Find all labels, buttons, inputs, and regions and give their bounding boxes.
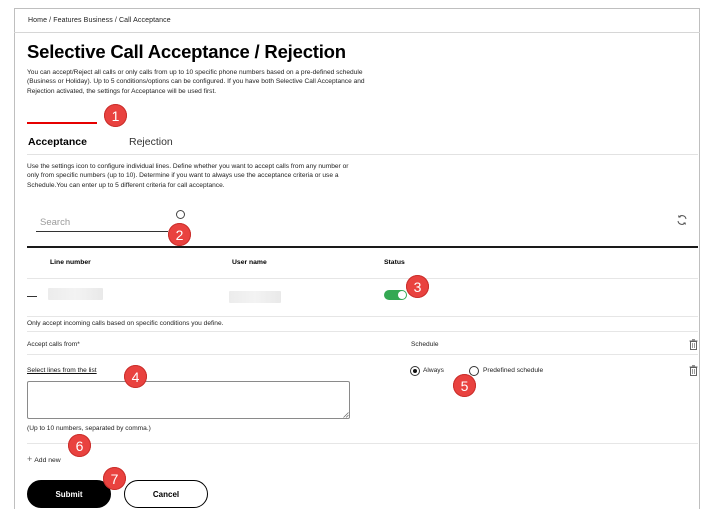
step-marker-2: 2 bbox=[168, 223, 191, 246]
select-lines-link[interactable]: Select lines from the list bbox=[27, 367, 97, 374]
condition-intro: Only accept incoming calls based on spec… bbox=[27, 320, 224, 327]
page-intro: You can accept/Reject all calls or only … bbox=[27, 69, 365, 95]
trash-icon[interactable] bbox=[689, 339, 698, 350]
radio-predefined-schedule[interactable] bbox=[469, 366, 479, 376]
status-toggle[interactable] bbox=[384, 290, 407, 300]
toggle-knob bbox=[398, 291, 406, 299]
radio-predefined-schedule-label[interactable]: Predefined schedule bbox=[483, 367, 543, 374]
header-row-divider bbox=[27, 278, 698, 279]
cancel-button[interactable]: Cancel bbox=[124, 480, 208, 508]
submit-button[interactable]: Submit bbox=[27, 480, 111, 508]
tabs-divider bbox=[27, 154, 698, 155]
step-marker-7: 7 bbox=[103, 467, 126, 490]
breadcrumb-divider bbox=[14, 32, 700, 33]
page-title: Selective Call Acceptance / Rejection bbox=[27, 41, 346, 62]
add-new-divider bbox=[27, 443, 698, 444]
search-icon[interactable] bbox=[176, 210, 185, 219]
acceptance-description: Use the settings icon to configure indiv… bbox=[27, 163, 349, 189]
tab-acceptance[interactable]: Acceptance bbox=[28, 136, 87, 148]
radio-always[interactable] bbox=[410, 366, 420, 376]
active-tab-indicator bbox=[27, 122, 97, 124]
trash-icon[interactable] bbox=[689, 365, 698, 376]
redacted-line-number bbox=[48, 288, 103, 300]
column-header-line-number: Line number bbox=[50, 259, 91, 266]
column-header-status: Status bbox=[384, 259, 405, 266]
step-marker-1: 1 bbox=[104, 104, 127, 127]
accept-calls-from-label: Accept calls from* bbox=[27, 341, 80, 348]
redacted-user-name bbox=[229, 291, 281, 303]
add-new-button[interactable]: + Add new bbox=[27, 454, 61, 464]
add-new-label: Add new bbox=[34, 457, 61, 464]
row-expand-dash[interactable] bbox=[27, 296, 37, 297]
condition-divider bbox=[27, 331, 698, 332]
step-marker-3: 3 bbox=[406, 275, 429, 298]
resize-handle-icon[interactable] bbox=[343, 412, 349, 418]
refresh-icon[interactable] bbox=[676, 214, 688, 226]
search-input[interactable] bbox=[36, 213, 168, 232]
step-marker-4: 4 bbox=[124, 365, 147, 388]
condition-header-divider bbox=[27, 354, 698, 355]
tab-rejection[interactable]: Rejection bbox=[129, 136, 173, 148]
breadcrumb[interactable]: Home / Features Business / Call Acceptan… bbox=[28, 17, 171, 24]
plus-icon: + bbox=[27, 454, 33, 464]
column-header-user-name: User name bbox=[232, 259, 267, 266]
schedule-label: Schedule bbox=[411, 341, 439, 348]
numbers-hint: (Up to 10 numbers, separated by comma.) bbox=[27, 425, 151, 432]
radio-always-label[interactable]: Always bbox=[423, 367, 444, 374]
table-top-border bbox=[27, 246, 698, 248]
step-marker-6: 6 bbox=[68, 434, 91, 457]
numbers-textarea[interactable] bbox=[27, 381, 350, 419]
row-divider bbox=[27, 316, 698, 317]
step-marker-5: 5 bbox=[453, 374, 476, 397]
